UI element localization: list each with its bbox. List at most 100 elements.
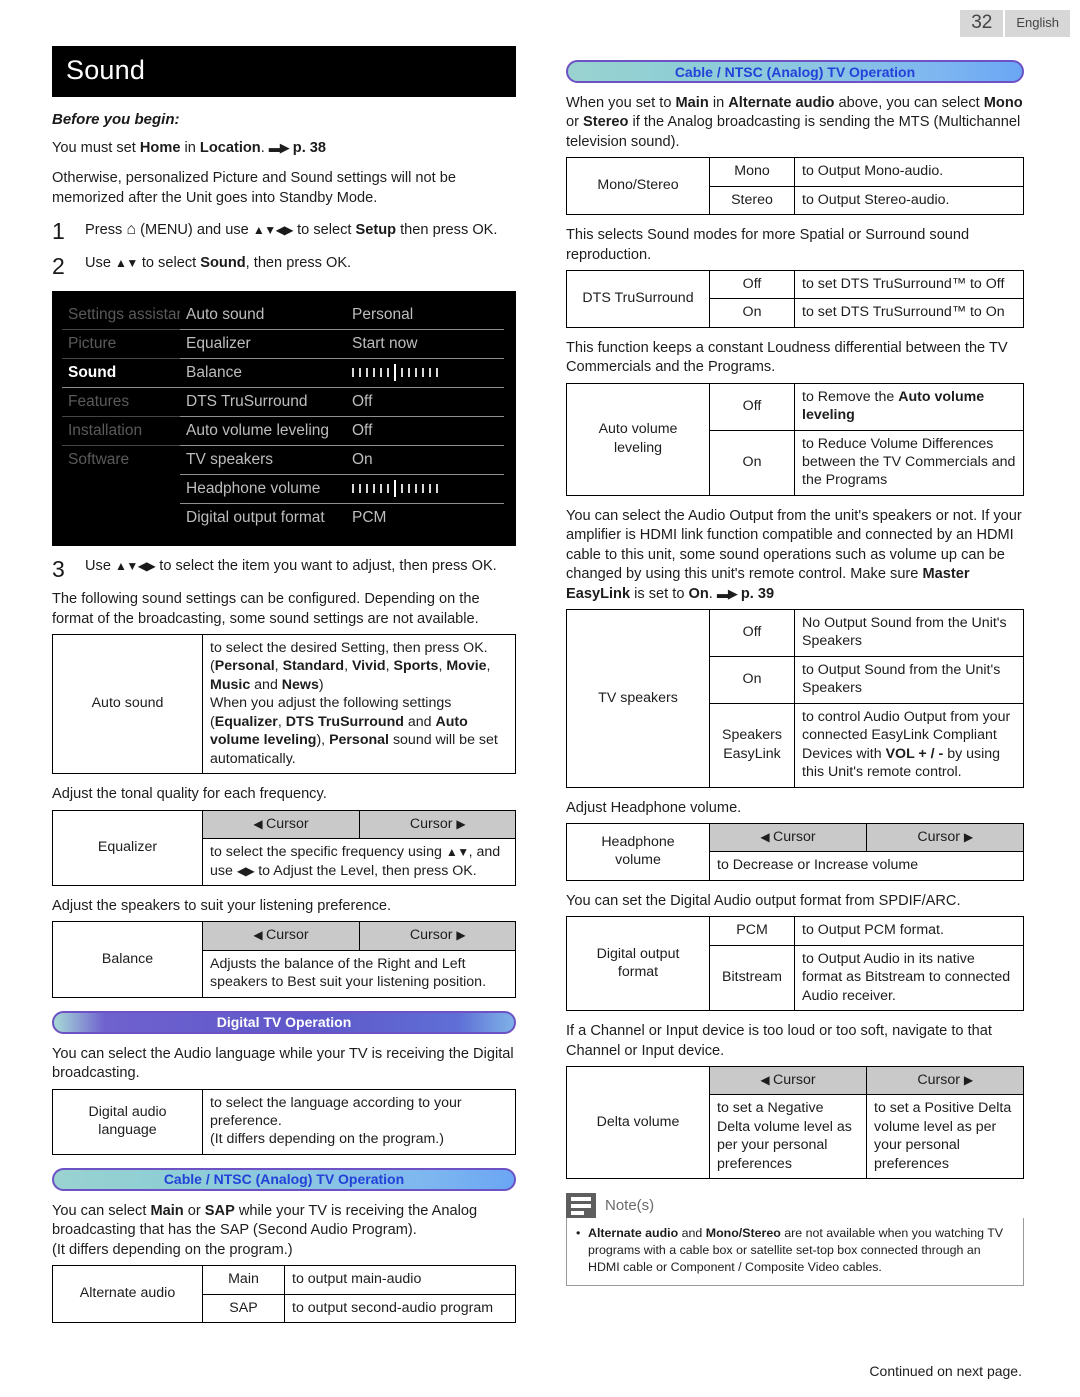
banner-cable-ntsc-operation-left: Cable / NTSC (Analog) TV Operation <box>52 1167 516 1191</box>
table-row: Digital output format PCM to Output PCM f… <box>566 916 1024 1012</box>
tv-menu-item-auto-sound[interactable]: Auto sound <box>180 301 346 331</box>
dts-option-on: On <box>709 298 795 328</box>
mono-stereo-intro: When you set to Main in Alternate audio … <box>566 95 1023 150</box>
tv-speakers-label: TV speakers <box>566 608 710 788</box>
avl-desc-on: to Reduce Volume Differences between the… <box>794 429 1024 496</box>
banner-digital-tv-operation: Digital TV Operation <box>52 1010 516 1034</box>
headphone-cursor-left: ◀ Cursor <box>709 822 867 853</box>
dts-desc-off: to set DTS TruSurround™ to Off <box>794 269 1024 300</box>
equalizer-label: Equalizer <box>52 809 203 886</box>
tv-menu-item-auto-volume-leveling[interactable]: Auto volume leveling <box>180 417 346 447</box>
auto-volume-leveling-table: Auto volume leveling Off to Remove the Au… <box>566 382 1024 496</box>
tv-menu-value-auto-volume-leveling[interactable]: Off <box>346 417 504 447</box>
step-3-text: Use ▲▼◀▶ to select the item you want to … <box>85 558 497 575</box>
table-row: Delta volume ◀ Cursor Cursor ▶ <box>566 1065 1024 1180</box>
digital-output-option-pcm: PCM <box>709 916 795 946</box>
cursor-left-icon: ◀ <box>760 1072 770 1087</box>
tv-menu-value-dts-trusurround[interactable]: Off <box>346 388 504 418</box>
tv-menu-item-equalizer[interactable]: Equalizer <box>180 330 346 360</box>
speakers-page-ref: p. 39 <box>740 585 775 602</box>
dts-desc-on: to set DTS TruSurround™ to On <box>794 298 1024 328</box>
note-item: • Alternate audio and Mono/Stereo are no… <box>576 1225 1014 1276</box>
cursor-left-icon: ◀ <box>760 829 770 844</box>
tv-menu-value-auto-sound[interactable]: Personal <box>346 301 504 331</box>
delta-cursor-left: ◀ Cursor <box>709 1065 867 1096</box>
banner-cable-ntsc-operation-right: Cable / NTSC (Analog) TV Operation <box>566 60 1024 83</box>
settings-intro: The following sound settings can be conf… <box>52 591 480 627</box>
location-requirement: You must set Home in Location. ▬▶ p. 38 <box>52 140 327 156</box>
tv-menu-nav-picture[interactable]: Picture <box>62 330 180 360</box>
alternate-audio-option-sap: SAP <box>202 1293 285 1324</box>
cursor-right-icon: ▶ <box>963 1072 973 1087</box>
headphone-label: Headphone volume <box>566 822 710 881</box>
avl-option-on: On <box>709 429 795 496</box>
avl-intro: This function keeps a constant Loudness … <box>566 339 1008 376</box>
equalizer-cursor-left: ◀ Cursor <box>202 809 360 840</box>
tv-menu-value-tv-speakers[interactable]: On <box>346 446 504 476</box>
equalizer-intro: Adjust the tonal quality for each freque… <box>52 786 327 803</box>
table-row: Balance ◀ Cursor Cursor ▶ <box>52 921 516 998</box>
equalizer-table: Equalizer ◀ Cursor Cursor ▶ to select th… <box>52 809 516 886</box>
left-column: Sound Before you begin: You must set Hom… <box>52 46 516 1324</box>
balance-slider-ticks <box>352 363 498 382</box>
alternate-audio-desc-main: to output main-audio <box>284 1265 516 1295</box>
balance-desc: Adjusts the balance of the Right and Lef… <box>202 949 516 998</box>
tv-menu-nav-spacer1: . <box>62 474 180 502</box>
cursor-right-icon: ▶ <box>963 829 973 844</box>
mono-stereo-option-stereo: Stereo <box>709 185 795 216</box>
delta-desc-negative: to set a Negative Delta volume level as … <box>709 1094 867 1180</box>
equalizer-cursor-right: Cursor ▶ <box>359 809 516 840</box>
tv-menu-value-digital-output-format[interactable]: PCM <box>346 504 504 532</box>
alternate-audio-label: Alternate audio <box>52 1265 203 1324</box>
dts-trusurround-table: DTS TruSurround Off to set DTS TruSurrou… <box>566 269 1024 328</box>
dts-label: DTS TruSurround <box>566 269 710 328</box>
auto-sound-table: Auto sound to select the desired Setting… <box>52 634 516 775</box>
tv-menu-nav-column: Settings assistant Picture Sound Feature… <box>62 301 180 532</box>
step-1-text: Press ⌂ (MENU) and use ▲▼◀▶ to select Se… <box>85 221 498 239</box>
balance-label: Balance <box>52 921 203 998</box>
delta-volume-label: Delta volume <box>566 1065 710 1180</box>
balance-table: Balance ◀ Cursor Cursor ▶ Adjusts the ba… <box>52 921 516 998</box>
tv-menu-nav-software[interactable]: Software <box>62 446 180 474</box>
tv-menu-item-headphone-volume[interactable]: Headphone volume <box>180 475 346 505</box>
page-ref-arrow-icon: ▬▶ <box>716 585 738 601</box>
auto-sound-desc: to select the desired Setting, then pres… <box>202 634 516 775</box>
tv-menu-nav-installation[interactable]: Installation <box>62 417 180 447</box>
alternate-audio-option-main: Main <box>202 1265 285 1295</box>
digital-output-label: Digital output format <box>566 916 710 1012</box>
standby-note: Otherwise, personalized Picture and Soun… <box>52 170 456 206</box>
tv-speakers-option-easylink: Speakers EasyLink <box>709 702 795 788</box>
tv-speakers-desc-easylink: to control Audio Output from your connec… <box>794 702 1024 788</box>
step-2: 2 Use ▲▼ to select Sound, then press OK. <box>52 254 516 278</box>
avl-desc-off: to Remove the Auto volume leveling <box>794 382 1024 431</box>
tv-menu-nav-settings-assistant[interactable]: Settings assistant <box>62 301 180 331</box>
delta-cursor-right: Cursor ▶ <box>866 1065 1024 1096</box>
tv-menu-nav-features[interactable]: Features <box>62 388 180 418</box>
tv-menu-item-balance[interactable]: Balance <box>180 359 346 389</box>
tv-speakers-table: TV speakers Off No Output Sound from the… <box>566 608 1024 788</box>
headphone-intro: Adjust Headphone volume. <box>566 799 742 816</box>
note-icon <box>566 1193 596 1219</box>
tv-speakers-desc-on: to Output Sound from the Unit's Speakers <box>794 655 1024 704</box>
tv-speakers-intro: You can select the Audio Output from the… <box>566 507 1022 602</box>
digital-output-intro: You can set the Digital Audio output for… <box>566 892 961 909</box>
tv-speakers-desc-off: No Output Sound from the Unit's Speakers <box>794 608 1024 657</box>
tv-menu-item-dts-trusurround[interactable]: DTS TruSurround <box>180 388 346 418</box>
tv-menu-nav-sound[interactable]: Sound <box>62 359 180 389</box>
digital-output-format-table: Digital output format PCM to Output PCM f… <box>566 916 1024 1012</box>
tv-menu-item-digital-output-format[interactable]: Digital output format <box>180 504 346 532</box>
table-row: Alternate audio Main to output main-audi… <box>52 1265 516 1324</box>
balance-cursor-right: Cursor ▶ <box>359 921 516 951</box>
tv-menu-item-tv-speakers[interactable]: TV speakers <box>180 446 346 476</box>
analog-intro: You can select Main or SAP while your TV… <box>52 1202 478 1258</box>
tv-speakers-option-off: Off <box>709 608 795 657</box>
digital-output-desc-pcm: to Output PCM format. <box>794 916 1024 946</box>
mono-stereo-desc-mono: to Output Mono-audio. <box>794 157 1024 187</box>
step-3: 3 Use ▲▼◀▶ to select the item you want t… <box>52 557 516 581</box>
tv-menu-value-balance-slider[interactable] <box>346 359 504 389</box>
table-row: Digital audio language to select the lang… <box>52 1088 516 1155</box>
mono-stereo-option-mono: Mono <box>709 157 795 187</box>
tv-menu-value-equalizer[interactable]: Start now <box>346 330 504 360</box>
tv-menu-value-headphone-volume-slider[interactable] <box>346 475 504 505</box>
headphone-cursor-right: Cursor ▶ <box>866 822 1024 853</box>
